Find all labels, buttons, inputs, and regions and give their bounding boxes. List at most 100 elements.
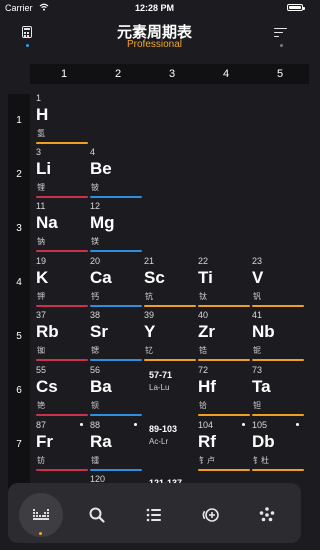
tab-search[interactable] [75,493,119,537]
battery-icon [287,4,305,11]
category-bar [252,305,304,307]
element-cell[interactable]: 4 Be 铍 [90,147,142,199]
element-cell[interactable]: 12 Mg 镁 [90,201,142,253]
row-header: 1 2 3 4 5 6 7 [8,94,30,494]
category-bar [252,359,304,361]
element-cell[interactable]: 20 Ca 钙 [90,256,142,308]
row-number: 3 [16,223,22,234]
element-name: 镁 [91,237,99,246]
atomic-number: 38 [90,310,101,320]
radioactive-dot [296,423,299,426]
atomic-number: 55 [36,365,47,375]
radioactive-dot [134,423,137,426]
category-bar [36,469,88,471]
tab-more[interactable] [245,493,289,537]
element-symbol: Ca [90,268,112,287]
element-symbol: Ti [198,268,213,287]
atomic-number: 104 [198,420,214,430]
row-number: 1 [16,115,22,126]
element-symbol: Zr [198,322,215,341]
element-cell[interactable]: 1 H 氢 [36,93,88,145]
atomic-number: 87 [36,420,47,430]
nav-bar: 元素周期表 Professional [0,16,309,58]
atomic-number: 1 [36,93,42,103]
page-subtitle: Professional [126,39,183,50]
category-bar [198,414,250,416]
element-cell[interactable]: 87 Fr 钫 [36,420,88,472]
tab-bar [8,483,301,543]
element-name: 锂 [37,183,45,192]
category-bar [36,250,88,252]
category-bar [252,469,304,471]
element-cell[interactable]: 21 Sc 钪 [144,256,196,308]
element-cell[interactable]: 41 Nb 铌 [252,310,304,362]
element-name: 钡 [91,401,99,410]
element-symbol: Na [36,213,58,232]
group-range: 89-103 [149,424,178,434]
element-cell[interactable]: 3 Li 锂 [36,147,88,199]
atomic-number: 37 [36,310,47,320]
category-bar [36,414,88,416]
element-symbol: Ba [90,377,112,396]
element-cell[interactable]: 22 Ti 钛 [198,256,250,308]
tab-compounds[interactable] [189,493,233,537]
element-cell[interactable]: 56 Ba 钡 [90,365,142,417]
element-cell[interactable]: 37 Rb 铷 [36,310,88,362]
add-circle-icon [202,508,219,522]
element-name: 铪 [199,401,207,410]
element-cell[interactable]: 40 Zr 锆 [198,310,250,362]
atomic-number: 105 [252,420,268,430]
element-cell[interactable]: 38 Sr 锶 [90,310,142,362]
element-cell[interactable]: 23 V 钒 [252,256,304,308]
sort-button[interactable] [270,22,292,48]
atomic-number: 12 [90,201,101,211]
column-header: 1 2 3 4 5 [30,64,309,84]
row-number: 6 [16,385,22,396]
tab-table[interactable] [19,493,63,537]
element-cell[interactable]: 72 Hf 铪 [198,365,250,417]
element-name: 锶 [91,346,99,355]
atomic-number: 23 [252,256,263,266]
element-cell[interactable]: 88 Ra 镭 [90,420,142,472]
element-name: 钽 [253,401,261,410]
element-cell[interactable]: 39 Y 钇 [144,310,196,362]
group-label: Ac-Lr [149,437,169,446]
element-cell[interactable]: 73 Ta 钽 [252,365,304,417]
row-number: 5 [16,331,22,342]
element-name: 铯 [37,401,45,410]
element-symbol: Mg [90,213,115,232]
category-bar [90,359,142,361]
tab-list[interactable] [132,493,176,537]
element-name: 钪 [145,292,153,301]
element-name: 铷 [37,346,45,355]
element-symbol: Db [252,432,275,451]
lanthanide-group-cell[interactable]: 57-71 La-Lu [149,370,201,422]
element-cell[interactable]: 104 Rf 钅卢 [198,420,250,472]
element-symbol: H [36,105,49,124]
atomic-number: 72 [198,365,209,375]
element-symbol: Rb [36,322,59,341]
status-time: 12:28 PM [134,3,175,13]
element-symbol: Rf [198,432,216,451]
atomic-number: 21 [144,256,155,266]
category-bar [36,359,88,361]
atomic-number: 11 [36,201,46,211]
element-cell[interactable]: 105 Db 钅杜 [252,420,304,472]
element-cell[interactable]: 11 Na 钠 [36,201,88,253]
atomic-number: 88 [90,420,101,430]
element-name: 钫 [37,456,45,465]
element-cell[interactable]: 19 K 钾 [36,256,88,308]
element-symbol: Fr [36,432,53,451]
row-number: 4 [16,277,22,288]
element-symbol: K [36,268,49,287]
element-cell[interactable]: 55 Cs 铯 [36,365,88,417]
element-symbol: Cs [36,377,58,396]
actinide-group-cell[interactable]: 89-103 Ac-Lr [149,424,201,476]
element-name: 钅杜 [253,456,269,465]
atomic-number: 56 [90,365,101,375]
column-number: 4 [222,68,230,80]
element-name: 氢 [37,129,45,138]
element-name: 钙 [91,292,99,301]
element-name: 锆 [199,346,207,355]
category-bar [90,250,142,252]
